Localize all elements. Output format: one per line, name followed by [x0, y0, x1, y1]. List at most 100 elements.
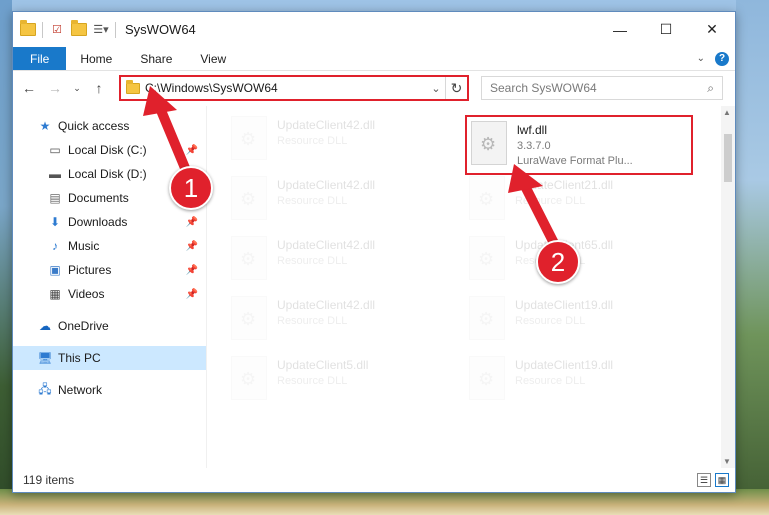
search-input[interactable]: Search SysWOW64 ⌕ — [481, 76, 723, 100]
tab-share[interactable]: Share — [126, 47, 186, 70]
file-name: UpdateClient42.dll — [277, 298, 376, 312]
large-icons-view-icon[interactable]: ▦ — [715, 473, 729, 487]
sidebar-item-label: OneDrive — [58, 319, 109, 333]
pin-icon: 📌 — [185, 144, 198, 156]
sidebar-item-pictures[interactable]: ▣ Pictures 📌 — [13, 258, 206, 282]
file-name: UpdateClient42.dll — [277, 178, 376, 192]
file-tile[interactable]: UpdateClient21.dll Resource DLL — [469, 176, 697, 228]
forward-button[interactable]: → — [45, 78, 65, 98]
customize-toolbar-icon[interactable]: ☰▾ — [93, 22, 109, 38]
main-area: ★ Quick access ▭ Local Disk (C:) 📌 ▬ Loc… — [13, 106, 735, 468]
item-count: 119 items — [23, 473, 75, 487]
details-view-icon[interactable]: ☰ — [697, 473, 711, 487]
file-tile[interactable]: UpdateClient5.dll Resource DLL — [231, 356, 459, 408]
expand-ribbon-icon[interactable]: ⌄ — [697, 53, 705, 64]
file-type: Resource DLL — [515, 315, 586, 327]
vertical-scrollbar[interactable]: ▲ ▼ — [721, 106, 735, 468]
folder-icon — [20, 20, 36, 38]
pin-icon: 📌 — [185, 288, 198, 300]
step-badge-2: 2 — [536, 240, 580, 284]
file-tile[interactable]: UpdateClient42.dll Resource DLL — [231, 236, 459, 288]
properties-icon[interactable]: ☑ — [49, 22, 65, 38]
dll-file-icon — [231, 296, 267, 340]
file-version: 3.3.7.0 — [517, 140, 551, 152]
file-name: lwf.dll — [517, 123, 548, 137]
file-tile[interactable]: UpdateClient65.dllResource DLL — [469, 236, 697, 288]
address-bar[interactable]: C:\Windows\SysWOW64 ⌄ ↻ — [119, 75, 469, 101]
sidebar-item-music[interactable]: ♪ Music 📌 — [13, 234, 206, 258]
tab-home[interactable]: Home — [66, 47, 126, 70]
file-name: UpdateClient5.dll — [277, 358, 369, 372]
ribbon-tabs: File Home Share View ⌄ ? — [13, 47, 735, 71]
file-tile[interactable]: UpdateClient19.dll Resource DLL — [469, 296, 697, 348]
back-button[interactable]: ← — [19, 78, 39, 98]
dll-file-icon — [469, 356, 505, 400]
sidebar-item-label: Documents — [68, 191, 129, 205]
file-list: UpdateClient42.dll Resource DLL UpdateCli… — [207, 106, 735, 468]
minimize-button[interactable]: — — [597, 12, 643, 47]
drive-icon: ▬ — [49, 167, 61, 181]
toolbar-divider — [42, 21, 43, 38]
download-arrow-icon: ⬇ — [49, 215, 61, 229]
network-icon: 🖧 — [38, 381, 52, 396]
sidebar-item-label: Local Disk (C:) — [68, 143, 147, 157]
file-name: UpdateClient21.dll — [515, 178, 614, 192]
sidebar-item-this-pc[interactable]: 🖥 This PC — [13, 346, 206, 370]
refresh-button[interactable]: ↻ — [445, 77, 467, 99]
close-button[interactable]: ✕ — [689, 12, 735, 47]
maximize-button[interactable]: ☐ — [643, 12, 689, 47]
file-description: LuraWave Format Plu... — [517, 155, 633, 167]
sidebar-item-label: Quick access — [58, 119, 130, 133]
file-tile[interactable]: UpdateClient42.dll Resource DLL — [231, 116, 459, 168]
sidebar-item-local-disk-c[interactable]: ▭ Local Disk (C:) 📌 — [13, 138, 206, 162]
sidebar-item-label: Music — [68, 239, 100, 253]
sidebar-item-label: Videos — [68, 287, 105, 301]
address-path[interactable]: C:\Windows\SysWOW64 — [145, 81, 427, 95]
file-tile[interactable]: UpdateClient42.dll Resource DLL — [231, 176, 459, 228]
music-note-icon: ♪ — [52, 239, 58, 253]
new-folder-icon[interactable] — [71, 20, 87, 38]
dll-file-icon — [469, 176, 505, 220]
pictures-icon: ▣ — [49, 263, 61, 277]
sidebar-item-label: This PC — [58, 351, 101, 365]
sidebar-item-network[interactable]: 🖧 Network — [13, 378, 206, 402]
status-bar: 119 items ☰ ▦ — [13, 468, 735, 492]
recent-locations-button[interactable]: ⌄ — [71, 78, 83, 98]
pin-icon: 📌 — [185, 240, 198, 252]
file-type: Resource DLL — [515, 375, 586, 387]
tab-file[interactable]: File — [13, 47, 67, 70]
pin-icon: 📌 — [185, 264, 198, 276]
sidebar-item-label: Local Disk (D:) — [68, 167, 147, 181]
dll-file-icon — [231, 356, 267, 400]
address-dropdown-icon[interactable]: ⌄ — [427, 82, 445, 95]
sidebar-item-downloads[interactable]: ⬇ Downloads 📌 — [13, 210, 206, 234]
view-switcher: ☰ ▦ — [697, 473, 735, 487]
help-icon[interactable]: ? — [715, 51, 729, 66]
sidebar-item-videos[interactable]: ▦ Videos 📌 — [13, 282, 206, 306]
step-badge-1: 1 — [169, 166, 213, 210]
scrollbar-thumb[interactable] — [724, 134, 732, 182]
up-button[interactable]: ↑ — [89, 78, 109, 98]
scroll-down-icon[interactable]: ▼ — [723, 457, 731, 466]
search-icon[interactable]: ⌕ — [707, 81, 714, 96]
file-tile-lwf-dll[interactable]: lwf.dll 3.3.7.0 LuraWave Format Plu... — [465, 115, 693, 175]
file-tile[interactable]: UpdateClient42.dll Resource DLL — [231, 296, 459, 348]
file-type: Resource DLL — [277, 375, 348, 387]
desktop-background-right — [736, 0, 769, 515]
tab-view[interactable]: View — [186, 47, 240, 70]
title-bar: ☑ ☰▾ SysWOW64 — ☐ ✕ — [13, 12, 735, 47]
dll-file-icon — [471, 121, 507, 165]
file-tile[interactable]: UpdateClient19.dll Resource DLL — [469, 356, 697, 408]
scroll-up-icon[interactable]: ▲ — [723, 108, 731, 117]
file-name: UpdateClient42.dll — [277, 118, 376, 132]
sidebar-item-onedrive[interactable]: ☁ OneDrive — [13, 314, 206, 338]
window-title: SysWOW64 — [125, 22, 196, 37]
file-name: UpdateClient42.dll — [277, 238, 376, 252]
file-explorer-window: ☑ ☰▾ SysWOW64 — ☐ ✕ File Home Share View… — [12, 11, 736, 493]
film-icon: ▦ — [49, 287, 61, 301]
desktop-background-left — [0, 0, 12, 515]
sidebar-item-quick-access[interactable]: ★ Quick access — [13, 114, 206, 138]
search-placeholder[interactable]: Search SysWOW64 — [490, 81, 707, 95]
